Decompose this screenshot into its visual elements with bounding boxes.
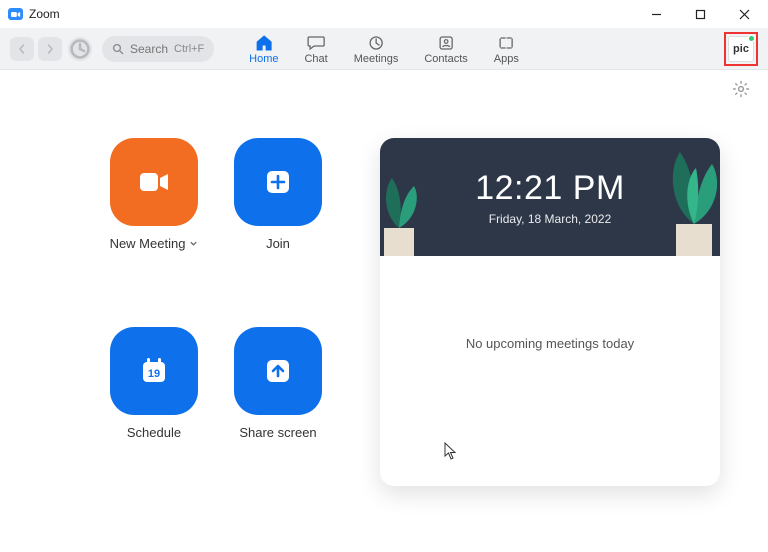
upcoming-card: 12:21 PM Friday, 18 March, 2022 No upcom… <box>380 138 720 486</box>
calendar-icon: 19 <box>134 351 174 391</box>
tab-label: Chat <box>304 53 327 65</box>
settings-button[interactable] <box>732 80 750 98</box>
new-meeting-action: New Meeting <box>100 138 208 297</box>
clock-date: Friday, 18 March, 2022 <box>489 212 612 226</box>
subheader <box>0 70 768 98</box>
tab-label: Meetings <box>354 53 399 65</box>
schedule-button[interactable]: 19 <box>110 327 198 415</box>
share-arrow-icon <box>258 351 298 391</box>
plant-decoration-icon <box>652 140 720 256</box>
minimize-button[interactable] <box>634 0 678 28</box>
search-shortcut: Ctrl+F <box>174 43 204 55</box>
gear-icon <box>732 80 750 98</box>
plus-icon <box>258 162 298 202</box>
avatar-highlight: pic <box>724 32 758 66</box>
tab-meetings[interactable]: Meetings <box>354 33 399 65</box>
new-meeting-label[interactable]: New Meeting <box>110 236 199 251</box>
contacts-icon <box>437 35 455 51</box>
clock-time: 12:21 PM <box>475 169 625 208</box>
search-icon <box>112 43 124 55</box>
close-button[interactable] <box>722 0 766 28</box>
tab-label: Contacts <box>424 53 467 65</box>
tab-chat[interactable]: Chat <box>304 33 327 65</box>
svg-text:19: 19 <box>148 368 160 380</box>
new-meeting-button[interactable] <box>110 138 198 226</box>
nav-forward-button[interactable] <box>38 37 62 61</box>
tab-label: Home <box>249 53 278 65</box>
chevron-down-icon <box>189 239 198 248</box>
join-button[interactable] <box>234 138 322 226</box>
tab-label: Apps <box>494 53 519 65</box>
search-input[interactable]: Search Ctrl+F <box>102 36 214 62</box>
zoom-app-icon <box>8 8 23 20</box>
meetings-icon <box>367 35 385 51</box>
nav-group <box>10 37 62 61</box>
tab-apps[interactable]: Apps <box>494 33 519 65</box>
presence-dot-icon <box>748 35 755 42</box>
title-bar: Zoom <box>0 0 768 28</box>
main-content: New Meeting Join 19 Schedule Share scree… <box>0 98 768 486</box>
upcoming-body: No upcoming meetings today <box>380 256 720 486</box>
main-tabs: Home Chat Meetings Contacts Apps <box>249 33 519 65</box>
tab-home[interactable]: Home <box>249 33 278 65</box>
share-screen-label: Share screen <box>239 425 316 440</box>
chat-icon <box>307 35 325 51</box>
join-label: Join <box>266 236 290 251</box>
schedule-action: 19 Schedule <box>100 327 208 486</box>
profile-avatar[interactable]: pic <box>728 36 754 62</box>
join-action: Join <box>224 138 332 297</box>
share-screen-action: Share screen <box>224 327 332 486</box>
schedule-label: Schedule <box>127 425 181 440</box>
tab-contacts[interactable]: Contacts <box>424 33 467 65</box>
action-grid: New Meeting Join 19 Schedule Share scree… <box>0 138 360 486</box>
apps-icon <box>497 35 515 51</box>
no-meetings-text: No upcoming meetings today <box>466 336 634 351</box>
window-title: Zoom <box>29 7 60 21</box>
window-controls <box>634 0 766 28</box>
mouse-cursor-icon <box>444 442 458 460</box>
avatar-text: pic <box>733 43 749 55</box>
history-button[interactable] <box>68 37 92 61</box>
home-icon <box>255 35 273 51</box>
video-icon <box>134 162 174 202</box>
nav-back-button[interactable] <box>10 37 34 61</box>
search-label: Search <box>130 42 168 56</box>
top-toolbar: Search Ctrl+F Home Chat Meetings Contact… <box>0 28 768 70</box>
clock-panel: 12:21 PM Friday, 18 March, 2022 <box>380 138 720 256</box>
plant-decoration-icon <box>380 158 432 256</box>
maximize-button[interactable] <box>678 0 722 28</box>
share-screen-button[interactable] <box>234 327 322 415</box>
